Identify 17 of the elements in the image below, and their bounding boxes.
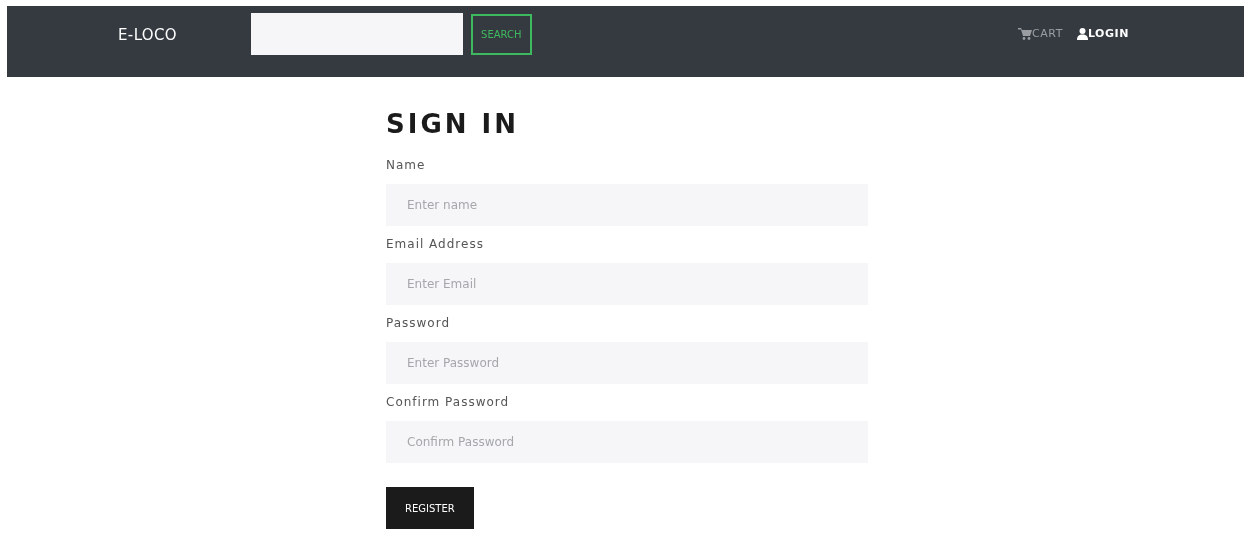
field-label: Confirm Password bbox=[386, 394, 511, 410]
nav-link[interactable]: CART bbox=[1032, 26, 1063, 43]
user-icon bbox=[1076, 28, 1088, 41]
input-field[interactable]: Enter name bbox=[386, 184, 868, 226]
field-label: Email Address bbox=[386, 236, 485, 252]
nav-link[interactable]: LOGIN bbox=[1087, 26, 1129, 43]
input-field[interactable]: Enter Email bbox=[386, 263, 868, 305]
register-button[interactable]: REGISTER bbox=[386, 487, 474, 529]
input-field[interactable]: Enter Password bbox=[386, 342, 868, 384]
input-field[interactable]: Confirm Password bbox=[386, 421, 868, 463]
search-field[interactable] bbox=[251, 13, 464, 55]
cart-icon bbox=[1018, 28, 1032, 41]
page-title: SIGN IN bbox=[386, 108, 520, 141]
field-label: Password bbox=[386, 315, 452, 331]
brand-logo[interactable]: E-LOCO bbox=[118, 24, 178, 47]
field-label: Name bbox=[386, 157, 427, 173]
search-button[interactable]: SEARCH bbox=[471, 14, 532, 55]
